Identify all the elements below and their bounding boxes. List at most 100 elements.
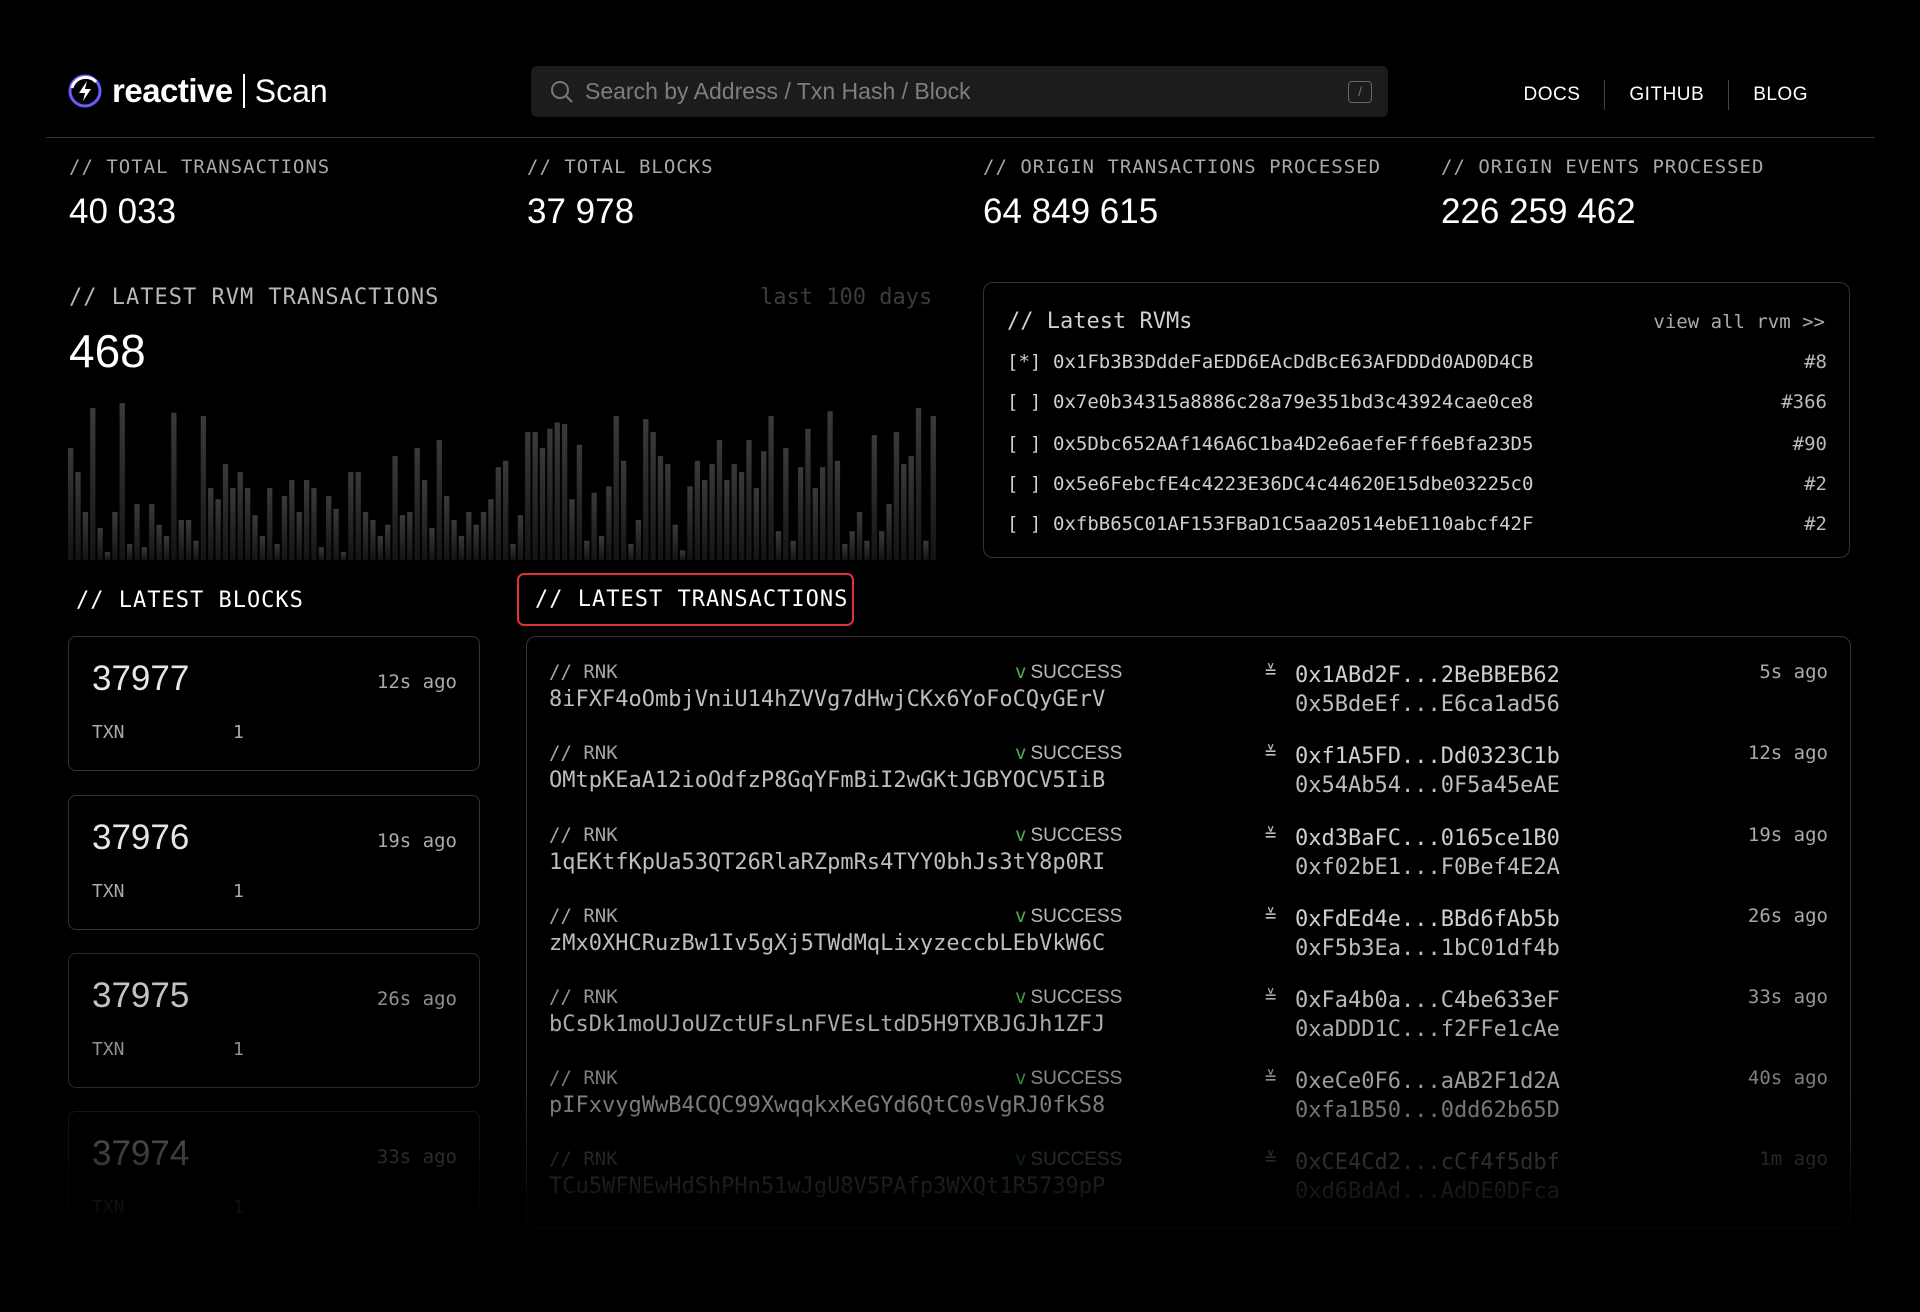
rvm-address[interactable]: 0x7e0b34315a8886c28a79e351bd3c43924cae0c… (1053, 391, 1781, 413)
tx-to-address[interactable]: 0xF5b3Ea...1bC01df4b (1295, 936, 1560, 961)
view-all-rvm-link[interactable]: view all rvm >> (1653, 311, 1825, 333)
rvm-select-marker[interactable]: [ ] (1007, 473, 1053, 495)
tx-age: 19s ago (1747, 824, 1828, 846)
rvm-address[interactable]: 0x1Fb3B3DddeFaEDD6EAcDdBcE63AFDDDd0AD0D4… (1053, 351, 1804, 373)
activity-bar (259, 536, 265, 560)
double-chevron-down-icon: ≚ (1265, 905, 1277, 927)
activity-bar (834, 460, 841, 560)
activity-bar (805, 428, 811, 560)
activity-bar (893, 432, 900, 560)
rvm-row[interactable]: [ ] 0x5Dbc652AAf146A6C1ba4D2e6aefeFff6eB… (1007, 433, 1827, 455)
activity-bar (849, 531, 855, 560)
block-txn-count: 1 (233, 881, 244, 902)
tx-status-text: SUCCESS (1030, 987, 1123, 1008)
rvm-address[interactable]: 0x5e6FebcfE4c4223E36DC4c44620E15dbe03225… (1053, 473, 1804, 495)
nav-blog[interactable]: BLOG (1729, 84, 1832, 106)
rvm-transactions-range: last 100 days (760, 285, 933, 310)
tx-network: // RNK (549, 986, 618, 1008)
double-chevron-down-icon: ≚ (1265, 986, 1277, 1008)
tx-from-address[interactable]: 0xFdEd4e...BBd6fAb5b (1295, 907, 1560, 932)
activity-bar (584, 540, 590, 560)
activity-bar (886, 504, 892, 560)
tx-status: v SUCCESS (1015, 986, 1122, 1009)
rvm-row[interactable]: [ ] 0x5e6FebcfE4c4223E36DC4c44620E15dbe0… (1007, 473, 1827, 495)
transaction-row[interactable]: // RNK OMtpKEaA12ioOdfzP8GqYFmBiI2wGKtJG… (549, 738, 1828, 808)
search-input[interactable] (583, 77, 1348, 106)
activity-bar (709, 464, 715, 560)
rvm-select-marker[interactable]: [ ] (1007, 513, 1053, 535)
activity-bar (119, 403, 125, 560)
tx-to-address[interactable]: 0x5BdeEf...E6ca1ad56 (1295, 692, 1560, 717)
rvm-count: #8 (1804, 351, 1827, 373)
tx-from-address[interactable]: 0xd3BaFC...0165ce1B0 (1295, 826, 1560, 851)
tx-hash[interactable]: 8iFXF4oOmbjVniU14hZVVg7dHwjCKx6YoFoCQyGE… (549, 687, 1105, 712)
tx-status: v SUCCESS (1015, 742, 1122, 765)
block-card[interactable]: 37976 19s ago TXN 1 (68, 795, 480, 930)
search-bar[interactable]: / (531, 66, 1388, 117)
activity-bar (377, 536, 383, 560)
block-txn-label: TXN (92, 881, 125, 902)
activity-bar (923, 540, 929, 560)
tx-from-address[interactable]: 0xeCe0F6...aAB2F1d2A (1295, 1069, 1560, 1094)
tx-from-address[interactable]: 0xCE4Cd2...cCf4f5dbf (1295, 1150, 1560, 1175)
rvm-row[interactable]: [*] 0x1Fb3B3DddeFaEDD6EAcDdBcE63AFDDDd0A… (1007, 351, 1827, 373)
transaction-row[interactable]: // RNK 8iFXF4oOmbjVniU14hZVVg7dHwjCKx6Yo… (549, 657, 1828, 727)
transaction-row[interactable]: // RNK 1qEKtfKpUa53QT26RlaRZpmRs4TYY0bhJ… (549, 820, 1828, 890)
block-card[interactable]: 37977 12s ago TXN 1 (68, 636, 480, 771)
tx-hash[interactable]: TCu5WFNEwHdShPHn51wJgU8V5PAfp3WXQt1R5739… (549, 1174, 1105, 1199)
block-number[interactable]: 37977 (92, 659, 189, 699)
tx-to-address[interactable]: 0xf02bE1...F0Bef4E2A (1295, 855, 1560, 880)
tx-hash[interactable]: pIFxvygWwB4CQC99XwqqkxKeGYd6QtC0sVgRJ0fk… (549, 1093, 1105, 1118)
tx-to-address[interactable]: 0xaDDD1C...f2FFe1cAe (1295, 1017, 1560, 1042)
rvm-select-marker[interactable]: [ ] (1007, 433, 1053, 455)
tx-hash[interactable]: zMx0XHCRuzBw1Iv5gXj5TWdMqLixyzeccbLEbVkW… (549, 931, 1105, 956)
block-number[interactable]: 37976 (92, 818, 189, 858)
tx-from-address[interactable]: 0xFa4b0a...C4be633eF (1295, 988, 1560, 1013)
transaction-row[interactable]: // RNK bCsDk1moUJoUZctUFsLnFVEsLtdD5H9TX… (549, 982, 1828, 1052)
activity-bar (429, 528, 435, 560)
activity-bar (650, 432, 656, 560)
transaction-row[interactable]: // RNK TCu5WFNEwHdShPHn51wJgU8V5PAfp3WXQ… (549, 1144, 1828, 1214)
activity-bar (274, 544, 280, 560)
activity-bar (775, 531, 782, 560)
tx-from-address[interactable]: 0x1ABd2F...2BeBBEB62 (1295, 663, 1560, 688)
tx-status: v SUCCESS (1015, 661, 1122, 684)
activity-bar (606, 486, 612, 560)
rvm-row[interactable]: [ ] 0xfbB65C01AF153FBaD1C5aa20514ebE110a… (1007, 513, 1827, 535)
tx-hash[interactable]: OMtpKEaA12ioOdfzP8GqYFmBiI2wGKtJGBYOCV5I… (549, 768, 1105, 793)
stat-total-transactions: // TOTAL TRANSACTIONS 40 033 (69, 156, 330, 232)
tx-to-address[interactable]: 0xd6BdAd...AdDE0DFca (1295, 1179, 1560, 1204)
rvm-address[interactable]: 0x5Dbc652AAf146A6C1ba4D2e6aefeFff6eBfa23… (1053, 433, 1793, 455)
tx-to-address[interactable]: 0x54Ab54...0F5a45eAE (1295, 773, 1560, 798)
activity-bar (296, 512, 302, 560)
transaction-row[interactable]: // RNK zMx0XHCRuzBw1Iv5gXj5TWdMqLixyzecc… (549, 901, 1828, 971)
tx-from-address[interactable]: 0xf1A5FD...Dd0323C1b (1295, 744, 1560, 769)
rvm-row[interactable]: [ ] 0x7e0b34315a8886c28a79e351bd3c43924c… (1007, 391, 1827, 413)
rvm-select-marker[interactable]: [*] (1007, 351, 1053, 373)
tx-hash[interactable]: 1qEKtfKpUa53QT26RlaRZpmRs4TYY0bhJs3tY8p0… (549, 850, 1105, 875)
tx-network: // RNK (549, 824, 618, 846)
double-chevron-down-icon: ≚ (1265, 1148, 1277, 1170)
activity-bar (333, 508, 339, 560)
activity-bar (134, 504, 140, 560)
block-number[interactable]: 37975 (92, 976, 189, 1016)
block-card[interactable]: 37975 26s ago TXN 1 (68, 953, 480, 1088)
tx-to-address[interactable]: 0xfa1B50...0dd62b65D (1295, 1098, 1560, 1123)
activity-bar (613, 416, 619, 560)
logo[interactable]: reactive Scan (68, 72, 328, 110)
block-card[interactable]: 37974 33s ago TXN 1 (68, 1111, 480, 1246)
check-icon: v (1015, 661, 1027, 683)
tx-hash[interactable]: bCsDk1moUJoUZctUFsLnFVEsLtdD5H9TXBJGJh1Z… (549, 1012, 1105, 1037)
latest-transactions-title[interactable]: // LATEST TRANSACTIONS (517, 573, 854, 626)
activity-bar (326, 496, 332, 560)
rvm-select-marker[interactable]: [ ] (1007, 391, 1053, 413)
activity-bar (731, 464, 737, 560)
nav-docs[interactable]: DOCS (1500, 84, 1605, 106)
stat-value: 64 849 615 (983, 192, 1159, 231)
activity-bar (281, 496, 288, 560)
activity-bar (842, 544, 848, 560)
rvm-address[interactable]: 0xfbB65C01AF153FBaD1C5aa20514ebE110abcf4… (1053, 513, 1804, 535)
transaction-row[interactable]: // RNK pIFxvygWwB4CQC99XwqqkxKeGYd6QtC0s… (549, 1063, 1828, 1133)
block-number[interactable]: 37974 (92, 1134, 189, 1174)
nav-github[interactable]: GITHUB (1605, 84, 1728, 106)
